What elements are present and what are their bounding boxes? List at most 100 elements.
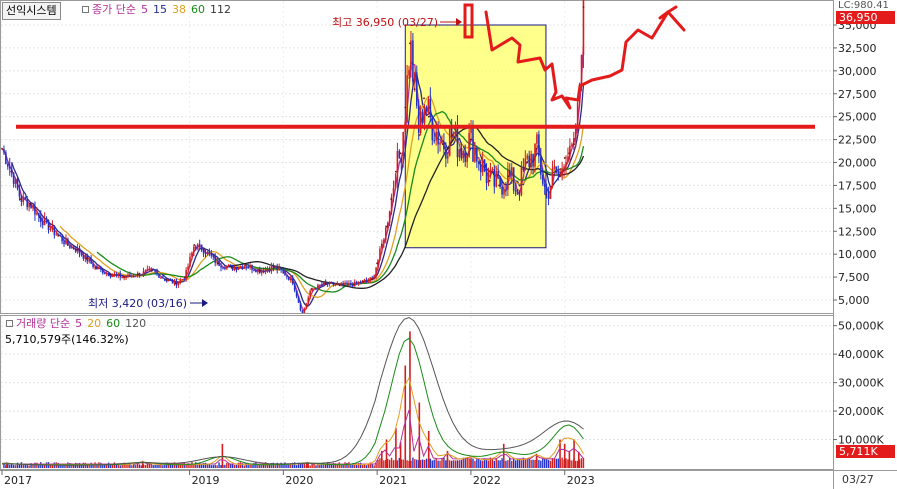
candle-body <box>321 284 323 286</box>
volume-bar <box>540 460 542 468</box>
candle-body <box>326 282 329 284</box>
volume-bar <box>478 458 480 468</box>
volume-bar <box>495 458 497 468</box>
price-tick-label: 22,500 <box>838 134 877 147</box>
candle-body <box>268 269 271 272</box>
legend-ma5: 5 <box>140 3 148 16</box>
candle-body <box>367 280 370 282</box>
candle-body <box>505 189 507 191</box>
candle-body <box>419 111 422 133</box>
candle-body <box>344 282 346 285</box>
price-point <box>507 175 510 178</box>
candle-body <box>464 150 467 163</box>
candle-body <box>536 134 538 144</box>
candle-body <box>138 273 141 277</box>
candle-body <box>167 279 170 281</box>
candle-body <box>427 99 430 112</box>
volume-bar <box>156 465 158 468</box>
candle-body <box>569 145 571 157</box>
candle-body <box>146 269 149 271</box>
volume-bar <box>144 464 147 468</box>
price-point <box>1 147 3 150</box>
candle-body <box>8 166 11 169</box>
volume-bar <box>42 465 44 468</box>
volume-bar <box>158 464 160 468</box>
price-point <box>165 278 168 281</box>
volume-bar <box>454 460 457 468</box>
volume-spike-bar <box>502 443 505 468</box>
candle-body <box>355 281 358 284</box>
candle-body <box>140 274 143 277</box>
candle-body <box>559 174 562 176</box>
price-point <box>47 225 50 228</box>
price-tick-label: 25,000 <box>838 111 877 124</box>
price-point <box>394 170 397 173</box>
candle-body <box>305 303 308 309</box>
stock-name-button[interactable]: 선익시스템 <box>2 2 61 20</box>
candle-body <box>109 276 112 278</box>
candle-body <box>363 279 366 281</box>
candle-body <box>541 174 544 184</box>
candle-body <box>59 235 61 237</box>
volume-bar <box>348 462 350 468</box>
candle-body <box>92 263 94 267</box>
candle-body <box>534 143 536 167</box>
price-point <box>244 264 247 267</box>
candle-body <box>317 284 319 290</box>
volume-bar <box>377 459 379 468</box>
legend-ma60: 60 <box>190 3 205 16</box>
candle-body <box>233 267 236 270</box>
candle-body <box>198 244 201 246</box>
candle-body <box>489 169 492 175</box>
candle-body <box>12 172 15 184</box>
candle-body <box>3 148 5 153</box>
candle-body <box>340 283 342 285</box>
price-tick-label: 10,000 <box>838 248 877 261</box>
volume-bar <box>396 460 399 468</box>
candle-body <box>43 218 46 226</box>
candle-body <box>53 225 56 235</box>
candle-body <box>286 275 288 277</box>
volume-bar <box>218 462 220 468</box>
candle-body <box>206 251 209 255</box>
candle-body <box>495 171 498 187</box>
candle-body <box>540 156 542 175</box>
candle-body <box>501 186 503 195</box>
candle-body <box>322 282 325 285</box>
candle-body <box>491 168 494 170</box>
price-point <box>123 276 125 278</box>
legend-square-icon <box>6 320 13 327</box>
volume-bar <box>507 460 509 468</box>
candle-body <box>547 191 550 199</box>
candle-body <box>7 163 9 167</box>
candle-body <box>82 255 85 259</box>
volume-bar <box>487 460 490 468</box>
volume-bar <box>189 464 191 468</box>
candle-body <box>563 166 565 170</box>
volume-bar <box>538 459 540 468</box>
candle-body <box>276 266 279 270</box>
candle-body <box>282 269 284 272</box>
volume-bar <box>443 457 445 468</box>
candle-body <box>131 275 133 277</box>
volume-bar <box>392 460 395 468</box>
volume-bar <box>528 458 530 468</box>
volume-bar <box>344 462 346 468</box>
candle-body <box>456 125 459 158</box>
candle-body <box>481 159 484 173</box>
candle-body <box>293 283 296 291</box>
candle-body <box>24 197 27 200</box>
price-point <box>371 278 374 280</box>
candle-body <box>260 270 263 274</box>
legend-ma15: 15 <box>152 3 167 16</box>
candle-body <box>183 279 185 281</box>
price-point <box>174 282 177 285</box>
candle-body <box>373 275 375 278</box>
price-point <box>545 193 547 196</box>
volume-bar <box>359 462 362 468</box>
volume-bar <box>284 462 286 468</box>
volume-spike-bar <box>404 365 407 468</box>
volume-spike-bar <box>409 331 411 468</box>
legend-ma112: 112 <box>209 3 231 16</box>
volume-bar <box>319 465 321 468</box>
